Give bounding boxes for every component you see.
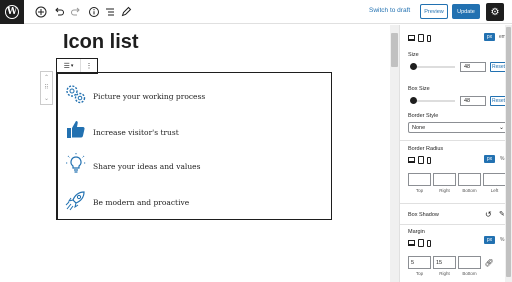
wordpress-logo-button[interactable]: W	[0, 0, 24, 24]
mobile-icon[interactable]	[427, 239, 431, 247]
border-style-label: Border Style	[408, 113, 439, 119]
bottom-caption: Bottom	[462, 271, 477, 276]
pencil-icon[interactable]	[119, 5, 133, 19]
right-caption: Right	[439, 188, 450, 193]
size-input[interactable]: 48	[460, 62, 486, 72]
size-slider-handle[interactable]	[410, 63, 418, 70]
box-size-slider-handle[interactable]	[410, 97, 418, 104]
list-item[interactable]: Picture your working process	[64, 84, 205, 108]
list-item-label: Be modern and proactive	[93, 197, 190, 207]
bottom-caption: Bottom	[462, 188, 477, 193]
editor-scrollbar[interactable]	[390, 25, 399, 282]
size-label: Size	[408, 52, 419, 58]
block-mover: ⌃ ⠿ ⌄	[40, 71, 53, 105]
icon-list-block[interactable]: Picture your working process Increase vi…	[56, 72, 332, 220]
top-caption: Top	[415, 188, 424, 193]
wordpress-icon: W	[5, 5, 19, 19]
divider	[400, 224, 512, 225]
tablet-icon[interactable]	[418, 34, 424, 42]
desktop-icon[interactable]	[408, 240, 415, 246]
page-title[interactable]: Icon list	[63, 31, 139, 54]
top-caption: Top	[415, 271, 424, 276]
mobile-icon[interactable]	[427, 156, 431, 164]
plus-icon[interactable]	[34, 5, 48, 19]
redo-icon[interactable]	[69, 5, 83, 19]
list-view-icon[interactable]	[103, 5, 117, 19]
settings-sidebar: px em Size 48 Reset Box Size 48 Reset Bo…	[399, 25, 512, 282]
margin-unit-px-button[interactable]: px	[484, 236, 495, 244]
margin-bottom-input[interactable]	[458, 256, 481, 269]
list-item-label: Share your ideas and values	[93, 161, 201, 171]
link-icon[interactable]: 🔗︎	[483, 256, 495, 269]
chevron-down-icon: ⌄	[498, 125, 504, 131]
update-button[interactable]: Update	[452, 4, 480, 19]
border-radius-unit-percent-button[interactable]: %	[500, 156, 504, 162]
preview-button[interactable]: Preview	[420, 4, 448, 19]
border-radius-left-input[interactable]	[483, 173, 506, 186]
border-style-select[interactable]: None ⌄	[408, 122, 508, 133]
margin-label: Margin	[408, 229, 425, 235]
tablet-icon[interactable]	[418, 239, 424, 247]
box-shadow-label: Box Shadow	[408, 212, 439, 218]
border-radius-device-switcher	[408, 156, 431, 164]
editor-canvas: Icon list ☰ ▾ ⋮ ⌃ ⠿ ⌄ Picture your worki…	[0, 25, 390, 282]
border-style-value: None	[412, 124, 426, 131]
divider	[400, 140, 512, 141]
sidebar-scrollbar-thumb[interactable]	[506, 27, 511, 277]
border-radius-label: Border Radius	[408, 146, 444, 152]
margin-right-input[interactable]: 15	[433, 256, 456, 269]
settings-button[interactable]: ⚙	[486, 3, 504, 21]
edit-pencil-icon[interactable]: ✎	[499, 210, 505, 218]
border-radius-inputs: Top Right Bottom Left	[408, 173, 506, 193]
list-item[interactable]: Increase visitor's trust	[64, 120, 179, 144]
margin-device-switcher	[408, 239, 431, 247]
mobile-icon[interactable]	[427, 34, 431, 42]
desktop-icon[interactable]	[408, 157, 415, 163]
info-icon[interactable]	[87, 5, 101, 19]
margin-top-input[interactable]: 5	[408, 256, 431, 269]
list-item[interactable]: Be modern and proactive	[64, 190, 189, 214]
size-slider[interactable]	[410, 63, 455, 70]
top-toolbar: W Switch to draft Preview Update ⚙	[0, 0, 512, 24]
box-size-slider[interactable]	[410, 97, 455, 104]
list-item-label: Increase visitor's trust	[93, 127, 179, 137]
editor-scrollbar-thumb[interactable]	[391, 33, 398, 67]
border-radius-unit-px-button[interactable]: px	[484, 155, 495, 163]
drag-handle-icon[interactable]: ⠿	[44, 84, 48, 91]
thumbs-up-icon	[64, 118, 88, 147]
margin-unit-percent-button[interactable]: %	[500, 237, 504, 243]
box-size-label: Box Size	[408, 86, 430, 92]
margin-inputs: 5 Top 15 Right Bottom 🔗︎	[408, 256, 495, 276]
border-radius-bottom-input[interactable]	[458, 173, 481, 186]
lightbulb-icon	[64, 152, 88, 181]
block-type-button[interactable]: ☰ ▾	[57, 59, 81, 73]
settings-icon: ⚙	[490, 6, 500, 18]
rocket-icon	[64, 188, 88, 217]
move-up-icon[interactable]: ⌃	[44, 74, 49, 81]
switch-to-draft-link[interactable]: Switch to draft	[369, 7, 410, 14]
sidebar-scrollbar[interactable]	[505, 25, 512, 282]
right-caption: Right	[439, 271, 450, 276]
list-item-label: Picture your working process	[93, 91, 206, 101]
undo-icon[interactable]	[52, 5, 66, 19]
more-options-button[interactable]: ⋮	[81, 59, 97, 73]
left-caption: Left	[490, 188, 499, 193]
border-radius-right-input[interactable]	[433, 173, 456, 186]
more-vertical-icon: ⋮	[85, 63, 93, 70]
divider	[400, 203, 512, 204]
list-item[interactable]: Share your ideas and values	[64, 152, 201, 181]
device-switcher	[408, 34, 431, 42]
border-radius-top-input[interactable]	[408, 173, 431, 186]
box-size-input[interactable]: 48	[460, 96, 486, 106]
gears-icon	[64, 82, 88, 111]
list-icon: ☰	[63, 63, 70, 70]
chevron-down-icon: ▾	[70, 63, 74, 69]
desktop-icon[interactable]	[408, 35, 415, 41]
move-down-icon[interactable]: ⌄	[44, 95, 49, 102]
reset-icon[interactable]: ↺	[485, 210, 492, 219]
tablet-icon[interactable]	[418, 156, 424, 164]
unit-px-button[interactable]: px	[484, 33, 495, 41]
